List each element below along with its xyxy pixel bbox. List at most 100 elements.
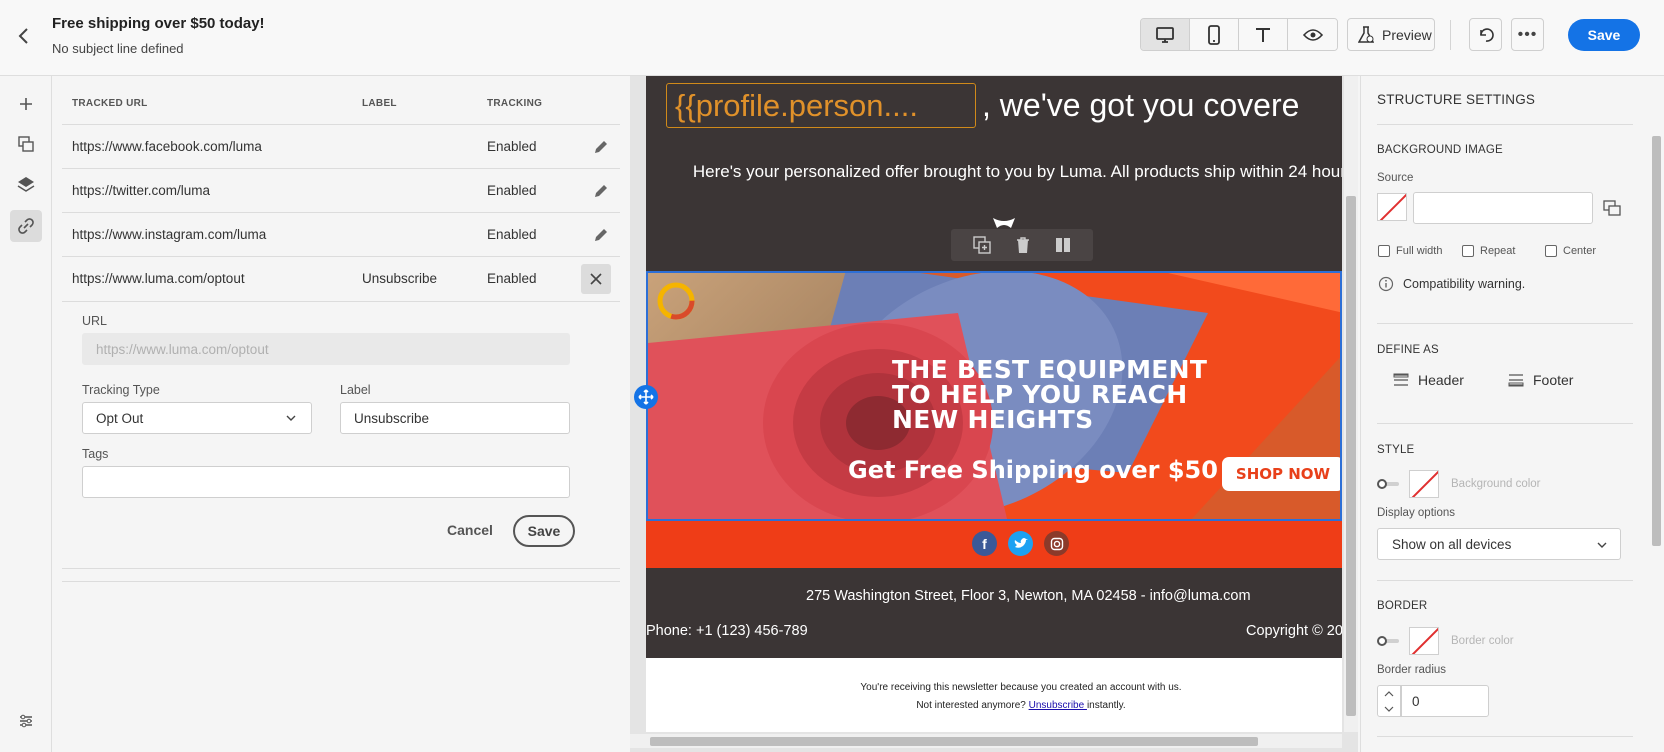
compatibility-warning[interactable]: Compatibility warning. — [1403, 277, 1525, 291]
label-field-label: Label — [340, 383, 371, 397]
logo-mark-icon — [993, 218, 1015, 228]
row-tracking: Enabled — [487, 183, 537, 198]
row-tracking: Enabled — [487, 271, 537, 286]
table-row[interactable]: https://www.facebook.com/luma Enabled — [62, 124, 620, 168]
divider — [1377, 124, 1633, 125]
pencil-icon[interactable] — [591, 137, 611, 157]
tags-field[interactable] — [82, 466, 570, 498]
footer-copyright: Copyright © 20 — [1246, 623, 1342, 639]
assets-button[interactable] — [10, 128, 42, 160]
settings-button[interactable] — [10, 704, 42, 736]
desktop-view-button[interactable] — [1141, 19, 1190, 50]
hero-banner-image[interactable]: THE BEST EQUIPMENT TO HELP YOU REACH NEW… — [646, 271, 1342, 521]
structure-settings-panel: STRUCTURE SETTINGS BACKGROUND IMAGE Sour… — [1360, 76, 1664, 752]
text-view-button[interactable] — [1239, 19, 1288, 50]
pencil-icon[interactable] — [591, 225, 611, 245]
table-row[interactable]: https://twitter.com/luma Enabled — [62, 168, 620, 212]
source-input[interactable] — [1413, 192, 1593, 224]
unsubscribe-line: Not interested anymore? Unsubscribe inst… — [646, 700, 1342, 711]
table-row[interactable]: https://www.instagram.com/luma Enabled — [62, 212, 620, 256]
chevron-down-icon[interactable] — [1384, 705, 1394, 713]
label-field[interactable]: Unsubscribe — [340, 402, 570, 434]
display-options-select[interactable]: Show on all devices — [1377, 528, 1621, 560]
scroll-thumb[interactable] — [1652, 136, 1661, 546]
info-icon — [1378, 276, 1394, 292]
border-color-label: Border color — [1451, 635, 1514, 647]
desktop-icon — [1156, 26, 1174, 43]
scroll-thumb[interactable] — [1346, 196, 1356, 716]
close-icon[interactable] — [581, 264, 611, 294]
pencil-icon[interactable] — [591, 181, 611, 201]
tracking-type-value: Opt Out — [96, 410, 144, 426]
canvas-vertical-scrollbar[interactable] — [1344, 76, 1358, 732]
top-bar: Free shipping over $50 today! No subject… — [0, 0, 1664, 76]
shop-now-button[interactable]: SHOP NOW — [1222, 457, 1340, 491]
display-options-label: Display options — [1377, 507, 1455, 519]
layers-icon — [17, 177, 35, 192]
source-image-swatch[interactable] — [1377, 193, 1407, 221]
row-tracking: Enabled — [487, 227, 537, 242]
background-color-swatch[interactable] — [1409, 470, 1439, 498]
full-width-checkbox[interactable] — [1378, 245, 1390, 257]
footer-address: 275 Washington Street, Floor 3, Newton, … — [806, 588, 1251, 604]
flask-icon — [1358, 25, 1374, 43]
personalization-token[interactable]: {{profile.person.... — [666, 83, 976, 128]
trash-icon[interactable] — [1014, 235, 1032, 255]
footer-contact: 275 Washington Street, Floor 3, Newton, … — [646, 568, 1342, 658]
repeat-checkbox[interactable] — [1462, 245, 1474, 257]
source-label: Source — [1377, 172, 1414, 184]
center-checkbox[interactable] — [1545, 245, 1557, 257]
border-radius-input[interactable]: 0 — [1401, 685, 1489, 717]
back-arrow-icon[interactable] — [14, 24, 34, 48]
divider — [1377, 580, 1633, 581]
facebook-icon[interactable]: f — [972, 531, 997, 556]
settings-scrollbar[interactable] — [1649, 124, 1663, 752]
undo-button[interactable] — [1469, 18, 1502, 51]
subject-line-status: No subject line defined — [52, 41, 184, 56]
layers-button[interactable] — [10, 168, 42, 200]
col-header-tracking: TRACKING — [487, 98, 543, 109]
twitter-icon[interactable] — [1008, 531, 1033, 556]
table-row[interactable]: https://www.luma.com/optout Unsubscribe … — [62, 256, 620, 300]
full-width-label: Full width — [1396, 245, 1443, 257]
header-option[interactable]: Header — [1393, 372, 1464, 388]
border-color-swatch[interactable] — [1409, 627, 1439, 655]
form-save-button[interactable]: Save — [513, 515, 575, 547]
preview-label: Preview — [1382, 26, 1432, 43]
cancel-button[interactable]: Cancel — [440, 515, 500, 545]
footer-icon — [1508, 374, 1524, 387]
links-panel: TRACKED URL LABEL TRACKING https://www.f… — [52, 76, 630, 752]
save-button[interactable]: Save — [1568, 19, 1640, 51]
links-table-header: TRACKED URL LABEL TRACKING — [62, 98, 620, 118]
banner-headline-line: TO HELP YOU REACH — [892, 380, 1188, 409]
columns-icon[interactable] — [1054, 236, 1072, 254]
email-canvas[interactable]: {{profile.person.... , we've got you cov… — [630, 76, 1358, 752]
image-picker-icon[interactable] — [1603, 200, 1621, 216]
scroll-thumb[interactable] — [650, 737, 1258, 746]
tracking-type-label: Tracking Type — [82, 383, 160, 397]
assets-icon — [18, 136, 34, 152]
tracking-type-select[interactable]: Opt Out — [82, 402, 312, 434]
move-handle-icon[interactable] — [634, 385, 658, 409]
more-options-button[interactable]: ••• — [1511, 18, 1544, 51]
footer-option[interactable]: Footer — [1508, 372, 1573, 388]
add-content-button[interactable] — [10, 88, 42, 120]
eye-view-button[interactable] — [1288, 19, 1337, 50]
instagram-icon[interactable] — [1044, 531, 1069, 556]
border-heading: BORDER — [1377, 600, 1428, 612]
offer-text: Here's your personalized offer brought t… — [692, 162, 1342, 181]
unsubscribe-link[interactable]: Unsubscribe — [1029, 700, 1087, 711]
border-radius-stepper[interactable] — [1377, 685, 1401, 717]
mobile-icon — [1208, 24, 1220, 45]
duplicate-icon[interactable] — [972, 235, 992, 255]
instantly-text: instantly. — [1086, 700, 1126, 711]
links-button[interactable] — [10, 210, 42, 242]
preview-button[interactable]: Preview — [1347, 18, 1435, 51]
canvas-horizontal-scrollbar[interactable] — [630, 734, 1342, 748]
chevron-up-icon[interactable] — [1384, 690, 1394, 698]
mobile-view-button[interactable] — [1190, 19, 1239, 50]
panel-divider — [62, 581, 620, 582]
row-url: https://twitter.com/luma — [72, 183, 211, 198]
background-color-toggle[interactable] — [1377, 479, 1399, 489]
border-color-toggle[interactable] — [1377, 636, 1399, 646]
